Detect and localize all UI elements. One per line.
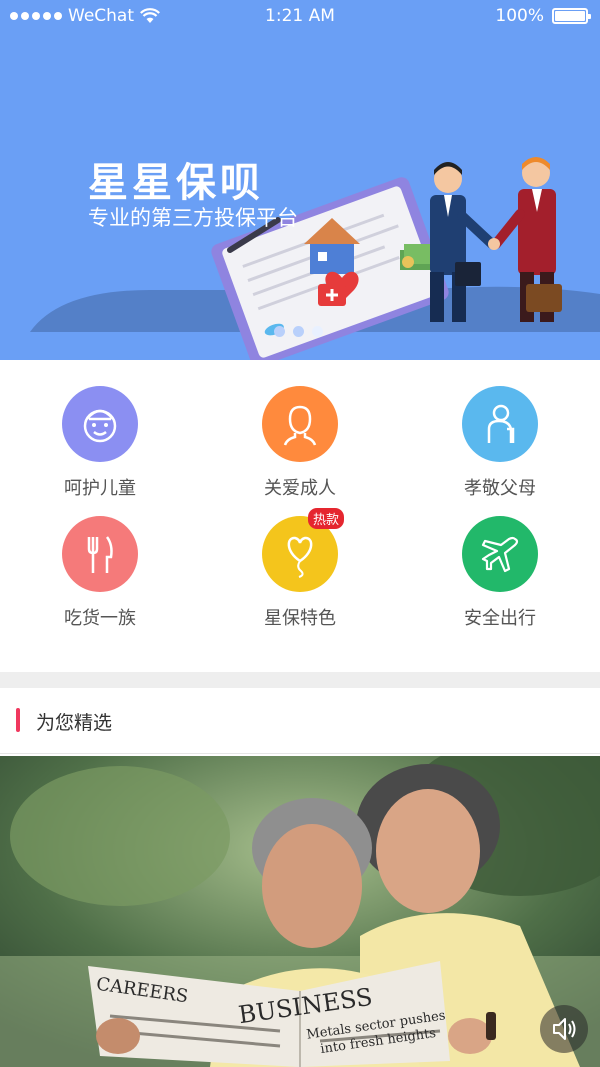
section-title: 为您精选	[36, 712, 113, 734]
category-grid: 呵护儿童 关爱成人 孝敬父母 吃货一族 热款 星保特色 安全出行	[0, 360, 600, 672]
adult-face-icon	[262, 386, 338, 462]
section-accent-bar	[16, 708, 20, 732]
category-label: 吃货一族	[64, 608, 136, 629]
category-travel[interactable]: 安全出行	[400, 516, 600, 630]
pager-dot[interactable]	[293, 326, 304, 337]
heart-balloon-icon: 热款	[262, 508, 344, 592]
pager-dot-active[interactable]	[312, 326, 323, 337]
category-label: 孝敬父母	[464, 478, 536, 499]
category-child[interactable]: 呵护儿童	[0, 386, 200, 500]
banner-pager[interactable]	[274, 326, 323, 337]
elder-with-cane-icon	[462, 386, 538, 462]
featured-photo[interactable]: CAREERS BUSINESS Metals sector pushes in…	[0, 756, 600, 1067]
category-label: 关爱成人	[264, 478, 336, 499]
battery-percent: 100%	[495, 6, 544, 26]
hot-badge: 热款	[307, 508, 344, 529]
promo-banner[interactable]: 星星保呗 专业的第三方投保平台	[0, 32, 600, 360]
child-face-icon	[62, 386, 138, 462]
section-divider	[0, 672, 600, 688]
category-foodie[interactable]: 吃货一族	[0, 516, 200, 630]
status-bar: WeChat 1:21 AM 100%	[0, 0, 600, 32]
category-adult[interactable]: 关爱成人	[200, 386, 400, 500]
category-label: 安全出行	[464, 608, 536, 629]
banner-title: 星星保呗	[88, 160, 264, 206]
pager-dot[interactable]	[274, 326, 285, 337]
banner-subtitle: 专业的第三方投保平台	[88, 206, 298, 230]
category-parents[interactable]: 孝敬父母	[400, 386, 600, 500]
status-bar-right: 100%	[495, 6, 591, 26]
airplane-icon	[462, 516, 538, 592]
featured-section-header: 为您精选	[0, 688, 600, 754]
sound-toggle-button[interactable]	[540, 1005, 588, 1053]
speaker-icon	[553, 1018, 576, 1040]
fork-knife-icon	[62, 516, 138, 592]
category-label: 呵护儿童	[64, 478, 136, 499]
category-featured[interactable]: 热款 星保特色	[200, 508, 400, 630]
battery-icon	[552, 8, 591, 24]
category-label: 星保特色	[264, 608, 336, 629]
